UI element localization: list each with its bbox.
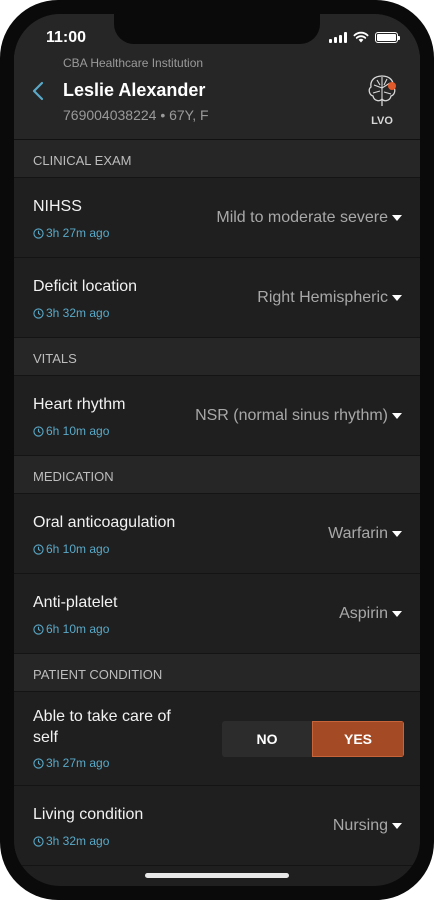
deficit-location-select[interactable]: Right Hemispheric [257, 289, 388, 307]
clock-icon [33, 227, 44, 239]
yes-button[interactable]: YES [312, 721, 404, 757]
status-time: 11:00 [46, 29, 87, 46]
section-vitals: VITALS [14, 338, 420, 376]
clock-icon [33, 757, 44, 769]
row-heart-rhythm[interactable]: Heart rhythm 6h 10m ago NSR (normal sinu… [14, 376, 420, 456]
heart-rhythm-select[interactable]: NSR (normal sinus rhythm) [195, 407, 388, 425]
row-oral-anticoagulation[interactable]: Oral anticoagulation 6h 10m ago Warfarin [14, 494, 420, 574]
notch [114, 14, 320, 44]
clock-icon [33, 835, 44, 847]
no-button[interactable]: NO [222, 721, 312, 757]
home-indicator[interactable] [145, 873, 289, 878]
row-label: Heart rhythm [33, 396, 126, 413]
dropdown-caret-icon[interactable] [392, 215, 402, 221]
status-icons [329, 31, 400, 43]
nihss-select[interactable]: Mild to moderate severe [216, 209, 388, 227]
row-timestamp: 3h 27m ago [33, 756, 109, 770]
content: CLINICAL EXAM NIHSS 3h 27m ago Mild to m… [14, 140, 420, 866]
patient-name: Leslie Alexander [63, 80, 206, 100]
lvo-label: LVO [371, 115, 393, 127]
row-anti-platelet[interactable]: Anti-platelet 6h 10m ago Aspirin [14, 574, 420, 654]
dropdown-caret-icon[interactable] [392, 413, 402, 419]
patient-meta: 769004038224 • 67Y, F [63, 107, 209, 123]
dropdown-caret-icon[interactable] [392, 823, 402, 829]
screen: 11:00 CBA Healthcare Institution Leslie … [14, 14, 420, 886]
dropdown-caret-icon[interactable] [392, 531, 402, 537]
clock-icon [33, 307, 44, 319]
clock-icon [33, 543, 44, 555]
row-nihss[interactable]: NIHSS 3h 27m ago Mild to moderate severe [14, 178, 420, 258]
row-label: Living condition [33, 806, 144, 823]
clock-icon [33, 623, 44, 635]
oral-anticoagulation-select[interactable]: Warfarin [328, 525, 388, 543]
row-label: Able to take care of self [33, 708, 171, 746]
row-label: Deficit location [33, 278, 138, 295]
row-timestamp: 3h 32m ago [33, 834, 109, 848]
row-timestamp: 6h 10m ago [33, 424, 109, 438]
dropdown-caret-icon[interactable] [392, 295, 402, 301]
battery-icon [375, 31, 400, 43]
chevron-left-icon [32, 81, 44, 101]
self-care-toggle[interactable]: NO YES [222, 721, 404, 757]
row-timestamp: 3h 27m ago [33, 226, 109, 240]
notification-dot [388, 82, 396, 90]
phone-frame: 11:00 CBA Healthcare Institution Leslie … [0, 0, 434, 900]
row-label: Oral anticoagulation [33, 514, 176, 531]
row-timestamp: 6h 10m ago [33, 542, 109, 556]
row-timestamp: 6h 10m ago [33, 622, 109, 636]
row-label: NIHSS [33, 198, 82, 215]
row-timestamp: 3h 32m ago [33, 306, 109, 320]
row-label: Anti-platelet [33, 594, 118, 611]
patient-header: CBA Healthcare Institution Leslie Alexan… [14, 54, 420, 140]
lvo-button[interactable]: LVO [362, 68, 402, 127]
row-deficit-location[interactable]: Deficit location 3h 32m ago Right Hemisp… [14, 258, 420, 338]
section-patient-condition: PATIENT CONDITION [14, 654, 420, 692]
row-living-condition[interactable]: Living condition 3h 32m ago Nursing [14, 786, 420, 866]
institution-name: CBA Healthcare Institution [63, 56, 204, 70]
row-self-care: Able to take care of self 3h 27m ago NO … [14, 692, 420, 786]
clock-icon [33, 425, 44, 437]
living-condition-select[interactable]: Nursing [333, 817, 388, 835]
cellular-signal-icon [329, 31, 347, 43]
brain-vessel-icon [368, 75, 396, 106]
back-button[interactable] [28, 76, 48, 106]
section-clinical-exam: CLINICAL EXAM [14, 140, 420, 178]
dropdown-caret-icon[interactable] [392, 611, 402, 617]
wifi-icon [353, 31, 369, 43]
anti-platelet-select[interactable]: Aspirin [339, 605, 388, 623]
section-medication: MEDICATION [14, 456, 420, 494]
